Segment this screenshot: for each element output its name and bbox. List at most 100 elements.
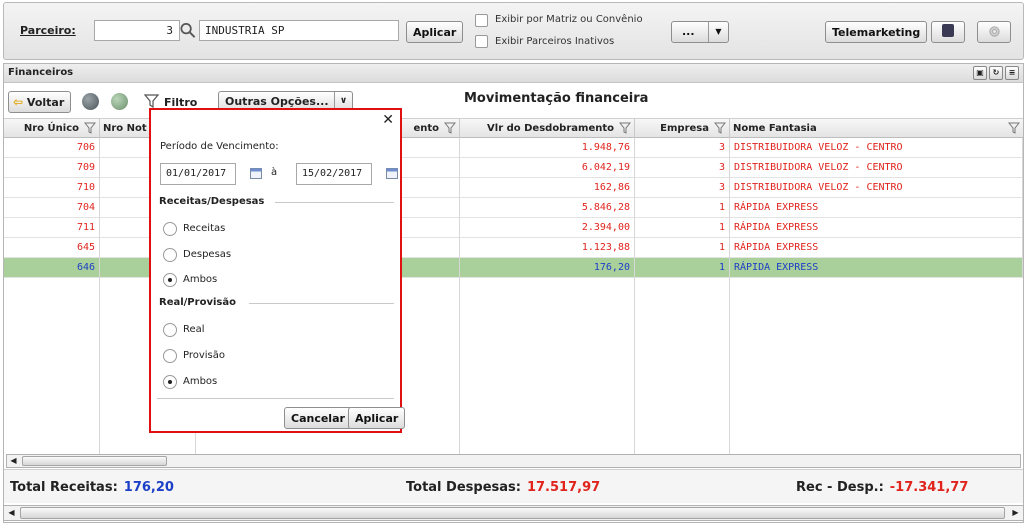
col-nro-unico[interactable]: Nro Único [4,119,100,139]
cell-nro-unico: 711 [4,218,100,238]
radio-real[interactable] [163,323,177,337]
radio-provisao-label: Provisão [183,350,226,361]
cell-nro-unico: 709 [4,158,100,178]
chart-view-icon[interactable] [111,93,128,110]
cell-valor: 5.846,28 [460,198,635,218]
cell-nro-unico: 710 [4,178,100,198]
filter-icon[interactable] [144,93,159,109]
date-from-input[interactable]: 01/01/2017 [160,163,236,185]
cell-nome-fantasia: RÁPIDA EXPRESS [730,258,1023,278]
search-icon[interactable] [178,21,198,40]
cell-empresa: 3 [635,178,730,198]
back-label: Voltar [26,96,65,109]
more-label: ... [682,25,695,38]
radio-ambos-real-label: Ambos [183,376,218,387]
total-diff-value: -17.341,77 [889,480,969,495]
radio-ambos-receitas-label: Ambos [183,274,218,285]
column-filter-icon[interactable] [714,122,726,134]
column-filter-icon[interactable] [84,122,96,134]
radio-receitas[interactable] [163,222,177,236]
section-line [275,202,394,203]
scroll-left-icon[interactable]: ◀ [5,507,18,519]
col-nome-fantasia-label: Nome Fantasia [733,123,817,134]
matriz-checkbox[interactable] [475,14,488,27]
radio-ambos-real[interactable] [163,375,177,389]
cancel-button[interactable]: Cancelar [284,407,352,429]
column-filter-icon[interactable] [1008,122,1020,134]
back-button[interactable]: ⇦ Voltar [8,91,72,113]
popup-separator [157,398,394,399]
total-diff: Rec - Desp.: -17.341,77 [796,480,968,495]
column-filter-icon[interactable] [444,122,456,134]
cell-empresa: 1 [635,198,730,218]
cell-empresa: 1 [635,218,730,238]
list-icon[interactable]: ≡ [1005,66,1019,80]
panel-header: Financeiros ▣ ↻ ≡ [4,64,1023,83]
back-arrow-icon: ⇦ [13,95,24,109]
col-nome-fantasia[interactable]: Nome Fantasia [730,119,1023,139]
calendar-icon[interactable] [386,167,398,179]
matriz-checkbox-label: Exibir por Matriz ou Convênio [495,14,643,25]
cell-empresa: 3 [635,158,730,178]
total-despesas-value: 17.517,97 [526,480,601,495]
grid-hscrollbar[interactable]: ◀ [6,454,1021,468]
column-filter-icon[interactable] [619,122,631,134]
page-hscrollbar[interactable]: ◀ ▶ [3,505,1024,521]
col-empresa-label: Empresa [660,123,709,134]
date-to-input[interactable]: 15/02/2017 [296,163,372,185]
parceiro-label[interactable]: Parceiro: [20,24,76,37]
radio-receitas-label: Receitas [183,223,226,234]
cell-valor: 2.394,00 [460,218,635,238]
cell-valor: 1.948,76 [460,138,635,158]
dropdown-arrow-icon: ▼ [708,22,728,42]
panel-title: Financeiros [8,67,74,78]
cell-nome-fantasia: RÁPIDA EXPRESS [730,238,1023,258]
radio-provisao[interactable] [163,349,177,363]
cell-nome-fantasia: DISTRIBUIDORA VELOZ - CENTRO [730,138,1023,158]
scroll-thumb[interactable] [20,507,1005,519]
grid-view-icon[interactable] [82,93,99,110]
grid-title: Movimentação financeira [464,91,649,106]
print-icon[interactable]: ▣ [973,66,987,80]
parceiro-code-input[interactable]: 3 [94,20,180,41]
apply-filter-button[interactable]: Aplicar [348,407,406,429]
cell-valor: 1.123,88 [460,238,635,258]
radio-despesas[interactable] [163,248,177,262]
refresh-icon[interactable]: ↻ [989,66,1003,80]
col-nro-nota-label: Nro Not [103,123,147,134]
date-separator: à [271,167,278,178]
cell-nome-fantasia: RÁPIDA EXPRESS [730,198,1023,218]
settings-button[interactable] [977,21,1011,43]
scroll-right-icon[interactable]: ▶ [1009,507,1022,519]
periodo-label: Período de Vencimento: [160,141,279,152]
col-empresa[interactable]: Empresa [635,119,730,139]
calendar-icon[interactable] [250,167,262,179]
cell-empresa: 1 [635,238,730,258]
cell-empresa: 3 [635,138,730,158]
col-vencimento-label: ento [413,123,439,134]
inativos-checkbox-label: Exibir Parceiros Inativos [495,36,615,47]
inativos-checkbox[interactable] [475,35,488,48]
radio-ambos-receitas[interactable] [163,273,177,287]
scroll-thumb[interactable] [22,456,167,466]
col-nro-unico-label: Nro Único [23,123,79,134]
cell-valor: 6.042,19 [460,158,635,178]
section-real-provisao: Real/Provisão [159,297,236,308]
cell-valor: 176,20 [460,258,635,278]
apply-partner-button[interactable]: Aplicar [406,21,464,43]
col-valor[interactable]: Vlr do Desdobramento [460,119,635,139]
cell-nro-unico: 645 [4,238,100,258]
telemarketing-button[interactable]: Telemarketing [825,21,928,43]
phone-button[interactable] [931,21,965,43]
scroll-left-icon[interactable]: ◀ [7,455,20,467]
parceiro-name-input[interactable]: INDUSTRIA SP [199,20,399,41]
more-options-button[interactable]: ... ▼ [671,21,729,43]
total-despesas-label: Total Despesas: [406,480,521,495]
total-despesas: Total Despesas: 17.517,97 [406,480,600,495]
close-icon[interactable]: ✕ [382,112,394,128]
section-receitas-despesas: Receitas/Despesas [159,196,265,207]
gear-icon [989,26,1000,37]
radio-despesas-label: Despesas [183,249,232,260]
col-valor-label: Vlr do Desdobramento [487,123,614,134]
total-diff-label: Rec - Desp.: [796,480,884,495]
